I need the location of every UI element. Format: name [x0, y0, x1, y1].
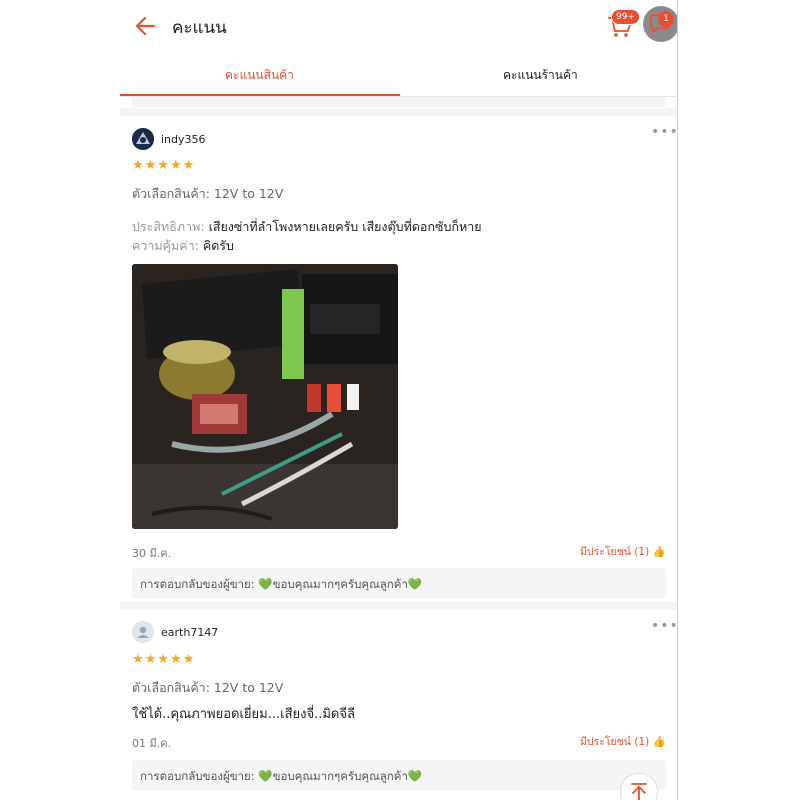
- seller-reply-text: การตอบกลับของผู้ขาย: 💚ขอบคุณมากๆครับคุณล…: [140, 769, 423, 783]
- seller-reply: การตอบกลับของผู้ขาย: 💚ขอบคุณมากๆครับคุณล…: [132, 760, 666, 790]
- review-photo[interactable]: [132, 264, 398, 529]
- more-options-icon[interactable]: •••: [651, 618, 677, 634]
- helpful-label: มีประโยชน์ (1): [580, 736, 650, 748]
- page-title: คะแนน: [172, 18, 227, 38]
- back-arrow-icon[interactable]: [132, 12, 160, 40]
- arrow-up-icon: [631, 783, 647, 800]
- tab-bar: คะแนนสินค้า คะแนนร้านค้า: [120, 52, 677, 96]
- avatar[interactable]: [132, 128, 154, 150]
- thumbs-up-icon: 👍: [652, 546, 666, 558]
- frame-edge: [677, 0, 678, 800]
- helpful-button[interactable]: มีประโยชน์ (1) 👍: [580, 733, 666, 750]
- tab-product-ratings[interactable]: คะแนนสินค้า: [225, 66, 294, 85]
- avatar-image-icon: [132, 128, 154, 150]
- review-attribute: ประสิทธิภาพ: เสียงซ่าที่ลำโพงหายเลยครับ …: [132, 217, 482, 237]
- review-date: 30 มี.ค.: [132, 547, 172, 560]
- tab-shop-ratings[interactable]: คะแนนร้านค้า: [503, 66, 578, 85]
- review-attribute: ความคุ้มค่า: คิดรับ: [132, 236, 234, 256]
- app-header: คะแนน 99+ 1: [120, 0, 677, 52]
- section-divider: [120, 602, 677, 610]
- chat-badge: 1: [658, 11, 674, 27]
- helpful-label: มีประโยชน์ (1): [580, 546, 650, 558]
- seller-reply-text: การตอบกลับของผู้ขาย: 💚ขอบคุณมากๆครับคุณล…: [140, 577, 423, 591]
- section-divider: [120, 108, 677, 116]
- default-avatar-icon: [132, 621, 154, 643]
- review-date: 01 มี.ค.: [132, 737, 172, 750]
- avatar[interactable]: [132, 621, 154, 643]
- amplifier-photo-icon: [132, 264, 398, 529]
- reviewer-username[interactable]: earth7147: [161, 626, 218, 639]
- scroll-to-top-button[interactable]: [620, 773, 658, 800]
- more-options-icon[interactable]: •••: [651, 124, 677, 140]
- thumbs-up-icon: 👍: [652, 736, 666, 748]
- attribute-value: คิดรับ: [202, 238, 234, 253]
- scrolled-content-edge: [132, 97, 665, 107]
- cart-badge: 99+: [611, 9, 640, 25]
- product-variation: ตัวเลือกสินค้า: 12V to 12V: [132, 680, 284, 695]
- attribute-value: เสียงซ่าที่ลำโพงหายเลยครับ เสียงตุ๊บที่ด…: [208, 219, 482, 234]
- helpful-button[interactable]: มีประโยชน์ (1) 👍: [580, 543, 666, 560]
- star-rating: ★★★★★: [132, 652, 196, 667]
- product-variation: ตัวเลือกสินค้า: 12V to 12V: [132, 186, 284, 201]
- review-comment: ใช้ได้..คุณภาพยอดเยี่ยม...เสียงจี่..มิดจ…: [132, 707, 355, 722]
- star-rating: ★★★★★: [132, 158, 196, 173]
- reviews-screen: คะแนน 99+ 1 คะแนนสินค้า คะแนนร้านค้า ind…: [120, 0, 677, 800]
- attribute-label: ประสิทธิภาพ:: [132, 219, 205, 234]
- reviewer-username[interactable]: indy356: [161, 133, 206, 146]
- seller-reply: การตอบกลับของผู้ขาย: 💚ขอบคุณมากๆครับคุณล…: [132, 568, 666, 598]
- attribute-label: ความคุ้มค่า:: [132, 238, 199, 253]
